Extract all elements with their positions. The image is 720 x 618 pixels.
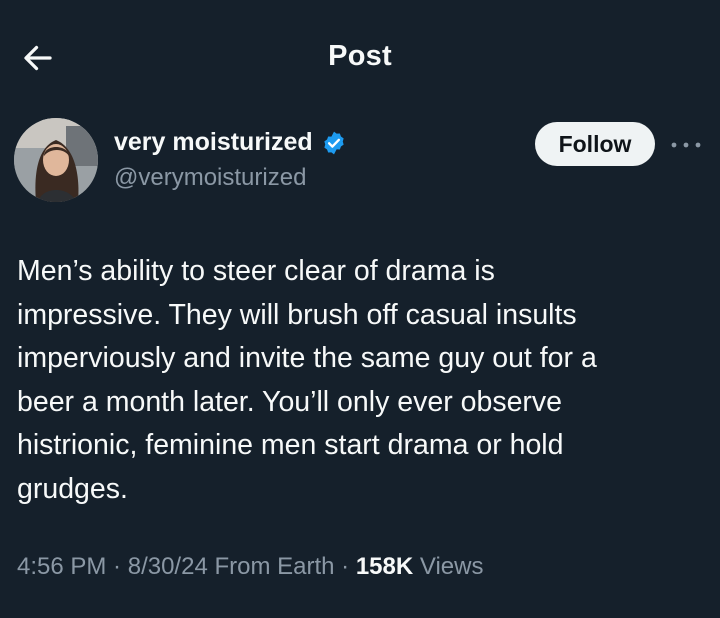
avatar-photo [14, 118, 98, 202]
verified-badge-icon[interactable] [321, 130, 347, 156]
post-text-line: Men’s ability to steer clear of drama is [17, 255, 495, 287]
post-source: From Earth [214, 553, 335, 580]
post-date[interactable]: 8/30/24 [128, 553, 208, 580]
meta-separator: · [106, 553, 128, 580]
post-text-line: grudges. [17, 472, 128, 505]
user-handle[interactable]: @verymoisturized [114, 164, 306, 192]
meta-separator: · [334, 553, 356, 580]
post-text-line: histrionic, feminine men start drama or … [17, 429, 564, 461]
author-row: very moisturized @verymoisturized Follow [0, 118, 720, 208]
top-bar: Post [0, 0, 720, 112]
more-horizontal-icon [671, 142, 701, 148]
views-label: Views [419, 553, 484, 580]
display-name-wrap: very moisturized [114, 128, 347, 157]
post-text-line: imperviously and invite the same guy out… [17, 342, 597, 374]
post-text-line: impressive. They will brush off casual i… [17, 298, 577, 331]
post-text-line: beer a month later. You’ll only ever obs… [17, 385, 563, 418]
post-time[interactable]: 4:56 PM [17, 553, 106, 580]
more-options-button[interactable] [666, 130, 706, 160]
post-meta: 4:56 PM · 8/30/24 From Earth · 158K View… [17, 553, 483, 581]
post-text: Men’s ability to steer clear of drama is… [17, 250, 707, 511]
avatar[interactable] [14, 118, 98, 202]
page-title: Post [328, 40, 392, 72]
display-name[interactable]: very moisturized [114, 128, 313, 157]
views-count[interactable]: 158K [356, 553, 413, 580]
follow-button[interactable]: Follow [535, 122, 655, 166]
